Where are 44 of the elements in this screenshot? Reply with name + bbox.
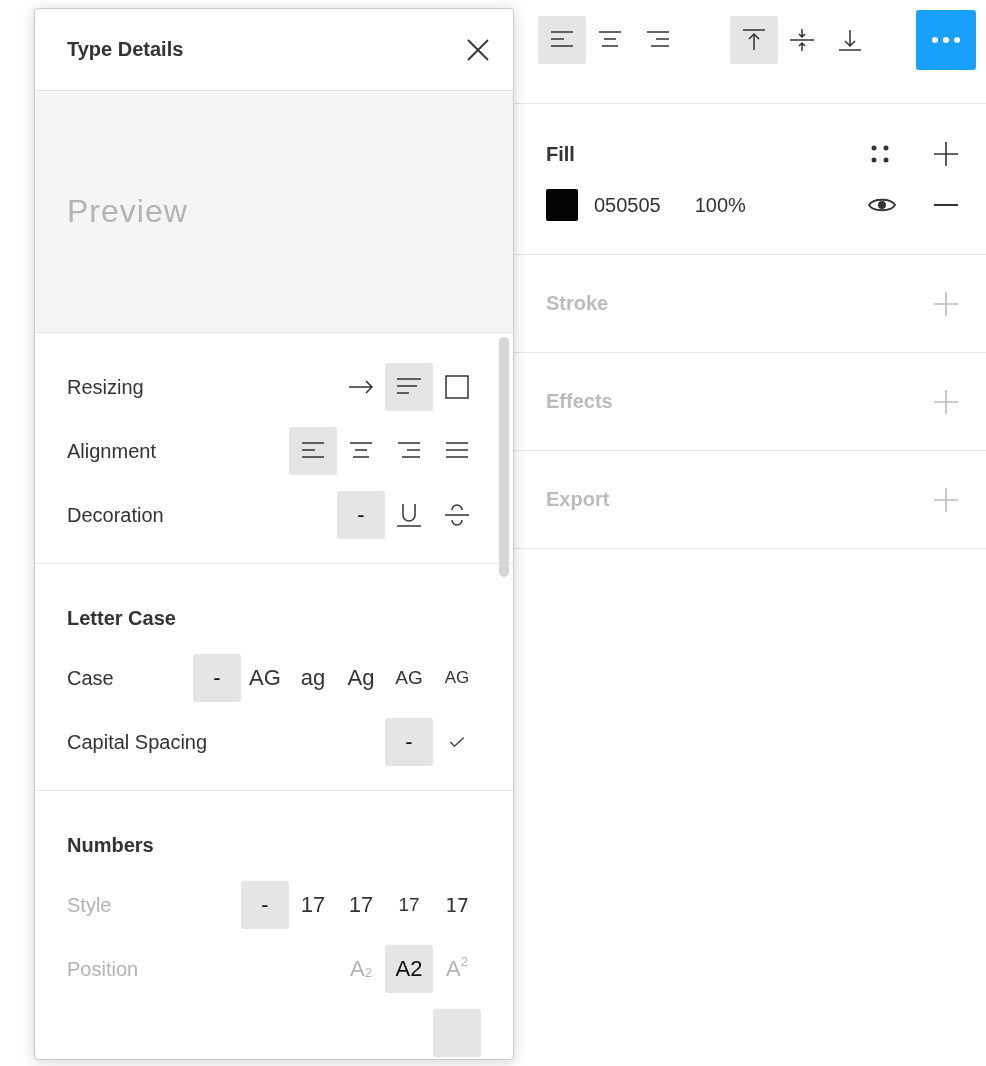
grid-dots-icon[interactable] [870, 144, 890, 164]
section-title: Fill [546, 142, 576, 166]
add-icon[interactable] [934, 142, 958, 166]
underline-icon [397, 503, 421, 527]
strikethrough-icon [445, 503, 469, 527]
option-button[interactable]: AG [385, 654, 433, 702]
option-button[interactable] [385, 363, 433, 411]
row-label: Case [67, 666, 115, 690]
align-bottom-icon [838, 28, 862, 52]
option-button[interactable]: - [337, 491, 385, 539]
option-button[interactable] [289, 427, 337, 475]
preview-text: Preview [67, 193, 188, 230]
option-button[interactable]: Ag [337, 654, 385, 702]
option-button[interactable]: - [193, 654, 241, 702]
scrollbar[interactable] [499, 337, 509, 577]
more-button[interactable] [916, 10, 976, 70]
color-swatch[interactable] [546, 189, 578, 221]
group-title: Numbers [67, 832, 155, 858]
row-label: Capital Spacing [67, 730, 209, 754]
section-title: Effects [546, 390, 614, 413]
option-button[interactable]: - [385, 718, 433, 766]
more-icon [931, 36, 961, 44]
eye-icon[interactable] [868, 196, 896, 214]
row-label: Position [67, 957, 140, 981]
align-middle-icon [790, 28, 814, 52]
close-icon [467, 38, 489, 61]
align-top-icon [742, 28, 766, 52]
hex-value[interactable]: 050505 [594, 193, 661, 217]
row-label: Decoration [67, 503, 165, 527]
toolbar-button[interactable] [730, 16, 778, 64]
option-button[interactable]: AG [241, 654, 289, 702]
popup-title: Type Details [67, 38, 185, 61]
square-icon [445, 375, 469, 399]
row-label: Style [67, 893, 113, 917]
section-title: Export [546, 488, 611, 511]
row-label: Alignment [67, 439, 157, 463]
group-title: Letter Case [67, 605, 177, 631]
toolbar-button[interactable] [538, 16, 586, 64]
row-label: Resizing [67, 375, 145, 399]
opacity-value[interactable]: 100% [694, 193, 868, 217]
close-button[interactable] [467, 38, 489, 61]
option-button[interactable]: AG [433, 654, 481, 702]
option-button[interactable]: ag [289, 654, 337, 702]
section-title: Stroke [546, 292, 610, 315]
